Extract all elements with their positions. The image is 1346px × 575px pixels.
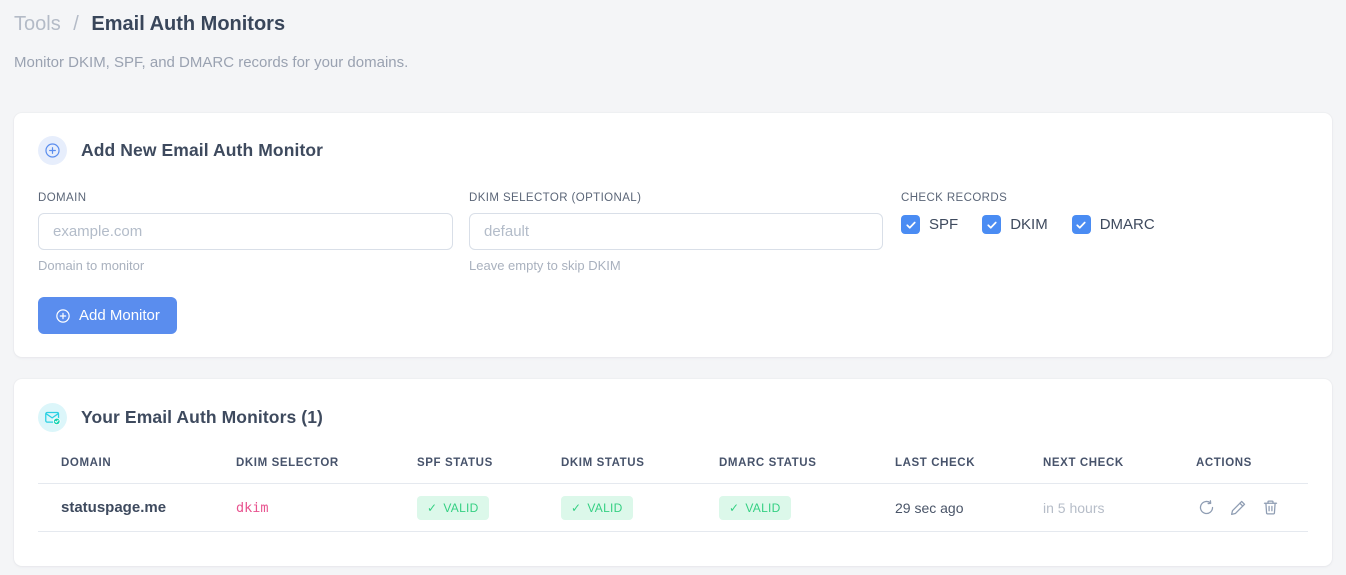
col-header-dkim-selector: DKIM SELECTOR <box>236 457 339 469</box>
monitor-dkim-selector: dkim <box>236 499 269 516</box>
spf-status-badge: ✓ VALID <box>417 495 489 520</box>
dmarc-checkbox-checked-icon[interactable] <box>1071 215 1091 234</box>
check-records-options: SPF DKIM DMARC <box>901 215 1155 234</box>
dkim-status-badge: ✓ VALID <box>561 495 633 520</box>
monitor-actions <box>1196 497 1308 518</box>
dmarc-checkbox-option[interactable]: DMARC <box>1071 215 1155 234</box>
dkim-checkbox-option[interactable]: DKIM <box>982 215 1048 234</box>
spf-checkbox-label: SPF <box>929 216 959 233</box>
col-header-domain: DOMAIN <box>61 457 112 469</box>
plus-circle-icon <box>38 136 67 165</box>
spf-checkbox-checked-icon[interactable] <box>901 215 920 234</box>
refresh-button[interactable] <box>1196 497 1217 518</box>
spf-checkbox-option[interactable]: SPF <box>901 215 958 234</box>
add-monitor-card-header: Add New Email Auth Monitor <box>38 136 1308 165</box>
add-monitor-card-title: Add New Email Auth Monitor <box>81 140 324 160</box>
refresh-icon <box>1199 500 1214 515</box>
dmarc-status-cell: ✓ VALID <box>719 495 895 520</box>
trash-icon <box>1263 500 1278 515</box>
check-records-label: CHECK RECORDS <box>901 192 1008 204</box>
dkim-status-text: VALID <box>587 500 623 515</box>
breadcrumb-tools-link[interactable]: Tools <box>14 13 61 35</box>
monitor-domain: statuspage.me <box>61 499 167 516</box>
table-header-row: DOMAIN DKIM SELECTOR SPF STATUS DKIM STA… <box>38 457 1308 484</box>
dmarc-status-badge: ✓ VALID <box>719 495 791 520</box>
pencil-icon <box>1230 500 1246 516</box>
col-header-next-check: NEXT CHECK <box>1043 457 1124 469</box>
check-icon: ✓ <box>571 500 582 515</box>
spf-status-cell: ✓ VALID <box>417 495 561 520</box>
check-icon: ✓ <box>729 500 740 515</box>
dkim-selector-field-label: DKIM SELECTOR (OPTIONAL) <box>469 192 642 204</box>
breadcrumb-separator: / <box>73 13 79 35</box>
col-header-spf-status: SPF STATUS <box>417 457 493 469</box>
domain-input[interactable] <box>38 213 453 250</box>
dkim-selector-field-group: DKIM SELECTOR (OPTIONAL) Leave empty to … <box>469 192 883 273</box>
dkim-selector-input[interactable] <box>469 213 883 250</box>
col-header-dkim-status: DKIM STATUS <box>561 457 645 469</box>
col-header-actions: ACTIONS <box>1196 457 1252 469</box>
dmarc-checkbox-label: DMARC <box>1099 216 1155 233</box>
col-header-dmarc-status: DMARC STATUS <box>719 457 817 469</box>
spf-status-text: VALID <box>443 500 479 515</box>
check-icon: ✓ <box>427 500 438 515</box>
add-monitor-form: DOMAIN Domain to monitor DKIM SELECTOR (… <box>38 192 1308 273</box>
add-monitor-button-label: Add Monitor <box>79 307 160 324</box>
domain-field-label: DOMAIN <box>38 192 87 204</box>
domain-field-helper: Domain to monitor <box>38 258 145 273</box>
page-title: Email Auth Monitors <box>91 13 286 35</box>
delete-button[interactable] <box>1260 497 1281 518</box>
breadcrumb: Tools / Email Auth Monitors <box>14 11 1332 37</box>
add-monitor-card: Add New Email Auth Monitor DOMAIN Domain… <box>14 113 1332 357</box>
dkim-selector-field-helper: Leave empty to skip DKIM <box>469 258 621 273</box>
table-row: statuspage.me dkim ✓ VALID ✓ VALID ✓ VAL… <box>38 484 1308 532</box>
monitors-card: Your Email Auth Monitors (1) DOMAIN DKIM… <box>14 379 1332 566</box>
dmarc-status-text: VALID <box>745 500 781 515</box>
dkim-checkbox-label: DKIM <box>1010 216 1048 233</box>
domain-field-group: DOMAIN Domain to monitor <box>38 192 453 273</box>
col-header-last-check: LAST CHECK <box>895 457 976 469</box>
monitor-last-check: 29 sec ago <box>895 499 964 516</box>
monitors-card-header: Your Email Auth Monitors (1) <box>38 403 1308 432</box>
plus-circle-icon <box>55 308 71 324</box>
monitor-next-check: in 5 hours <box>1043 499 1105 516</box>
page-header: Tools / Email Auth Monitors Monitor DKIM… <box>0 0 1346 71</box>
add-monitor-button[interactable]: Add Monitor <box>38 297 177 334</box>
monitors-card-title: Your Email Auth Monitors (1) <box>81 407 323 427</box>
email-check-icon <box>38 403 67 432</box>
dkim-checkbox-checked-icon[interactable] <box>982 215 1002 234</box>
check-records-group: CHECK RECORDS SPF DKIM DMARC <box>901 192 1155 273</box>
page-subtitle: Monitor DKIM, SPF, and DMARC records for… <box>14 54 409 71</box>
dkim-status-cell: ✓ VALID <box>561 495 719 520</box>
edit-button[interactable] <box>1228 497 1249 518</box>
monitors-table: DOMAIN DKIM SELECTOR SPF STATUS DKIM STA… <box>38 457 1308 532</box>
